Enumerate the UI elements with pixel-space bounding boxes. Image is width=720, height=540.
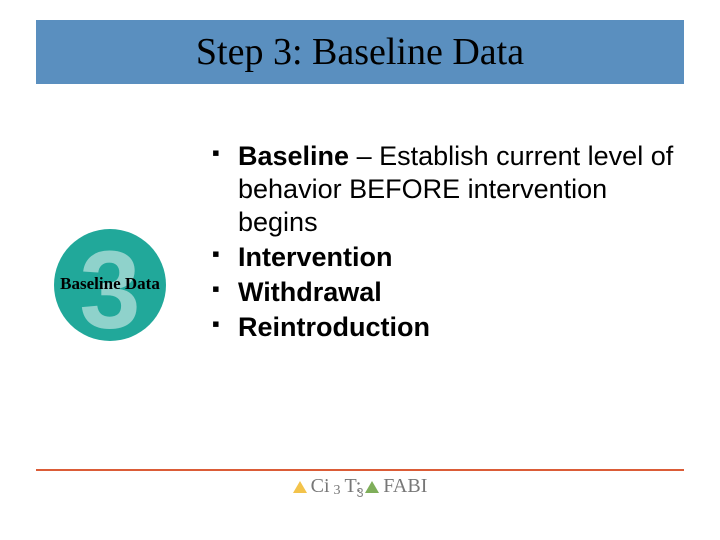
brand-text: FABI: [383, 475, 427, 498]
page-number: 3: [356, 485, 363, 500]
slide: Step 3: Baseline Data 3 Baseline Data Ba…: [0, 0, 720, 540]
title-bar: Step 3: Baseline Data: [36, 20, 684, 84]
bullet-lead: Withdrawal: [238, 277, 382, 307]
triangle-icon: [293, 481, 307, 493]
list-item: Reintroduction: [212, 311, 692, 344]
slide-title: Step 3: Baseline Data: [196, 30, 524, 74]
list-item: Withdrawal: [212, 276, 692, 309]
bullet-lead: Reintroduction: [238, 312, 430, 342]
triangle-icon: [365, 481, 379, 493]
badge-label: Baseline Data: [60, 274, 160, 294]
step-badge: 3 Baseline Data: [50, 225, 170, 345]
bullet-list: Baseline – Establish current level of be…: [212, 140, 692, 346]
brand-text: Ci: [311, 475, 330, 498]
list-item: Intervention: [212, 241, 692, 274]
bullet-lead: Intervention: [238, 242, 393, 272]
brand-sub: 3: [334, 483, 341, 499]
bullet-lead: Baseline: [238, 141, 349, 171]
footer-divider: [36, 469, 684, 471]
list-item: Baseline – Establish current level of be…: [212, 140, 692, 239]
